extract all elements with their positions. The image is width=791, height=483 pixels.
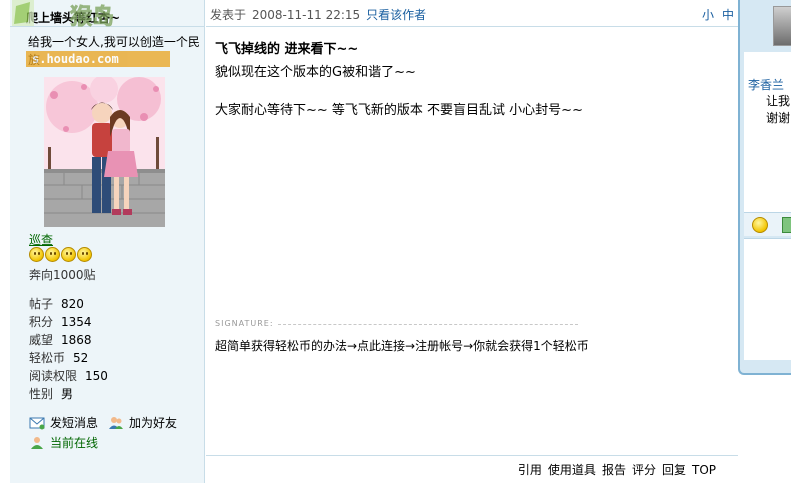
- watermark-site: s.houdao.com: [32, 52, 119, 66]
- user-rank-stars: [29, 247, 92, 262]
- action-line: 发短消息 加为好友: [29, 413, 187, 433]
- stat-value: 820: [61, 297, 84, 311]
- chat-toolbar: [744, 212, 791, 236]
- stat-label: 阅读权限: [29, 369, 78, 383]
- chat-input[interactable]: [744, 238, 791, 360]
- post-actions: 引用 使用道具 报告 评分 回复 TOP: [512, 461, 716, 478]
- post-title: 飞飞掉线的 进来看下~~: [215, 42, 359, 57]
- stat-value: 1354: [61, 315, 92, 329]
- user-stats: 帖子 820 积分 1354 威望 1868 轻松币 52 阅读权限 150 性别男: [29, 295, 108, 403]
- stat-coins: 轻松币 52: [29, 349, 108, 367]
- stat-value: 52: [73, 351, 89, 365]
- stat-label: 性别: [29, 387, 54, 401]
- user-avatar[interactable]: [44, 77, 165, 227]
- rank-star-icon: [45, 247, 60, 262]
- chat-message: 让我: [766, 94, 791, 108]
- posted-prefix: 发表于: [210, 8, 247, 22]
- font-size-switch: 小中: [694, 6, 734, 23]
- action-line: 当前在线: [29, 433, 187, 453]
- online-user-icon: [31, 437, 43, 449]
- stat-posts: 帖子 820: [29, 295, 108, 313]
- add-friend-icon: [109, 417, 124, 429]
- top-link[interactable]: TOP: [692, 463, 716, 477]
- stat-label: 威望: [29, 333, 54, 347]
- stat-label: 轻松币: [29, 351, 66, 365]
- user-rank-title: 奔向1000贴: [29, 268, 96, 282]
- signature-label: SIGNATURE:: [215, 319, 274, 328]
- stat-read-permission: 阅读权限 150: [29, 367, 108, 385]
- post-time: 2008-11-11 22:15: [252, 8, 361, 22]
- author-only-link[interactable]: 只看该作者: [366, 8, 426, 22]
- houdao-watermark-logo: 猴岛 s.houdao.com: [12, 0, 170, 67]
- post-meta: 发表于 2008-11-11 22:15 只看该作者: [210, 6, 426, 23]
- chat-message: 谢谢: [766, 111, 791, 125]
- emoticon-icon[interactable]: [752, 217, 768, 233]
- stat-label: 积分: [29, 315, 54, 329]
- signature-text[interactable]: 超简单获得轻松币的办法→点此连接→注册帐号→你就会获得1个轻松币: [215, 337, 589, 354]
- post-line: 貌似现在这个版本的G被和谐了~~: [215, 65, 416, 80]
- font-medium-link[interactable]: 中: [722, 8, 734, 22]
- stat-gender: 性别男: [29, 385, 108, 403]
- send-message-label: 发短消息: [50, 416, 99, 430]
- stat-label: 帖子: [29, 297, 54, 311]
- stat-points: 积分 1354: [29, 313, 108, 331]
- online-status-label: 当前在线: [50, 436, 99, 450]
- stat-value: 男: [61, 387, 74, 401]
- page-left-edge: [0, 0, 10, 483]
- post-body: 貌似现在这个版本的G被和谐了~~ 大家耐心等待下~~ 等飞飞新的版本 不要盲目乱…: [215, 64, 583, 120]
- gift-icon[interactable]: [782, 217, 791, 233]
- avatar-couple-image: [44, 77, 165, 227]
- report-link[interactable]: 报告: [602, 463, 626, 477]
- font-small-link[interactable]: 小: [702, 8, 714, 22]
- rank-star-icon: [29, 247, 44, 262]
- user-actions: 发短消息 加为好友 当前在线: [29, 413, 187, 453]
- rate-link[interactable]: 评分: [632, 463, 656, 477]
- post-line: 大家耐心等待下~~ 等飞飞新的版本 不要盲目乱试 小心封号~~: [215, 103, 583, 118]
- add-friend-button[interactable]: 加为好友: [108, 413, 177, 433]
- chat-contact-name: 李香兰: [748, 78, 785, 92]
- user-group-link[interactable]: 巡查: [29, 231, 53, 248]
- envelope-icon: [29, 417, 45, 430]
- online-status: 当前在线: [29, 433, 98, 453]
- quote-link[interactable]: 引用: [518, 463, 542, 477]
- post-header: 发表于 2008-11-11 22:15 只看该作者 小中: [206, 0, 738, 27]
- stat-value: 150: [85, 369, 108, 383]
- stat-value: 1868: [61, 333, 92, 347]
- stat-prestige: 威望 1868: [29, 331, 108, 349]
- chat-window: 李香兰 让我 谢谢: [738, 0, 791, 375]
- post-footer: 引用 使用道具 报告 评分 回复 TOP: [206, 455, 738, 483]
- add-friend-label: 加为好友: [129, 416, 178, 430]
- watermark-logo-text: 猴岛: [70, 4, 114, 30]
- rank-star-icon: [61, 247, 76, 262]
- use-tools-link[interactable]: 使用道具: [548, 463, 596, 477]
- chat-avatar[interactable]: [773, 6, 791, 46]
- signature-divider: [278, 324, 578, 325]
- user-info-column: 爬上墙头等红杏~ 给我一个女人,我可以创造一个民族 猴岛 s.houdao.co…: [10, 0, 205, 483]
- send-message-button[interactable]: 发短消息: [29, 413, 98, 433]
- rank-star-icon: [77, 247, 92, 262]
- reply-link[interactable]: 回复: [662, 463, 686, 477]
